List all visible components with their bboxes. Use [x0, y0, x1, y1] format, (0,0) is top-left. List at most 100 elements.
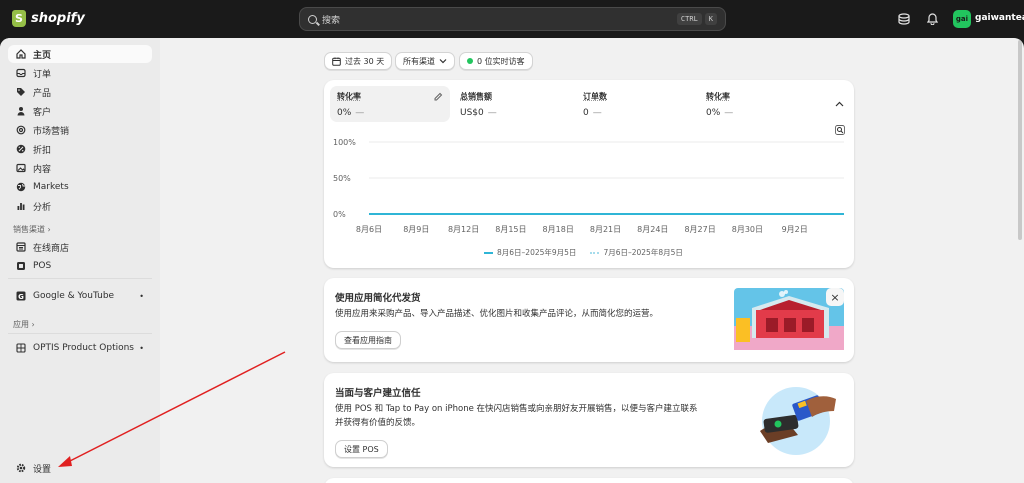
app-shell: 主页 订单 产品 客户 市场营销 折扣 内容 Markets 分析 销售渠道 ›…: [0, 38, 1024, 483]
globe-icon: [16, 182, 26, 192]
sales-channels-heading[interactable]: 销售渠道 ›: [13, 224, 51, 235]
sidebar-item-label: 订单: [33, 69, 52, 80]
home-icon: [16, 49, 26, 59]
calendar-icon: [332, 57, 341, 66]
y-tick-label: 100%: [333, 138, 356, 147]
date-range-button[interactable]: 过去 30 天: [324, 52, 393, 70]
legend-label: 8月6日–2025年9月5日: [497, 248, 577, 257]
notification-bell-icon[interactable]: [924, 11, 940, 27]
sales-channels-label: 销售渠道: [13, 225, 45, 234]
discount-icon: [16, 144, 26, 154]
sidebar-item-label: 折扣: [33, 145, 52, 156]
sidebar-item-label: Markets: [33, 182, 69, 192]
y-tick-label: 0%: [333, 210, 346, 219]
search-bar[interactable]: 搜索 CTRL K: [299, 7, 726, 31]
app-icon: [16, 343, 26, 353]
live-dot: [467, 58, 473, 64]
next-card: [324, 478, 854, 483]
store-switch-icon[interactable]: [896, 11, 912, 27]
target-icon: [16, 125, 26, 135]
x-tick-label: 8月24日: [637, 225, 668, 234]
x-tick-label: 8月27日: [684, 225, 715, 234]
dropshipping-card: 使用应用简化代发货 使用应用来采购产品、导入产品描述、优化图片和收集产品评论，从…: [324, 278, 854, 362]
sidebar-item-google-youtube[interactable]: G Google & YouTube •: [8, 287, 152, 305]
legend-item-previous[interactable]: 7月6日–2025年8月5日: [590, 247, 683, 258]
x-tick-label: 8月21日: [590, 225, 621, 234]
sidebar-divider: [8, 333, 152, 334]
close-icon[interactable]: ×: [826, 288, 844, 306]
channels-label: 所有渠道: [403, 56, 435, 66]
sidebar-item-label: Google & YouTube: [33, 291, 115, 301]
setup-pos-button[interactable]: 设置 POS: [335, 440, 388, 458]
card-title: 使用应用简化代发货: [335, 293, 421, 304]
search-icon: [308, 14, 317, 24]
chevron-right-icon: ›: [47, 225, 51, 234]
legend-item-current[interactable]: 8月6日–2025年9月5日: [484, 247, 576, 258]
card-description-line: 使用 POS 和 Tap to Pay on iPhone 在快闪店销售或向亲朋…: [335, 404, 698, 414]
sidebar-item-settings[interactable]: 设置: [8, 459, 152, 477]
shopify-bag-icon: [12, 10, 26, 27]
sidebar-item-label: 在线商店: [33, 243, 70, 254]
gear-icon: [16, 463, 26, 473]
apps-heading[interactable]: 应用 ›: [13, 319, 35, 330]
tag-icon: [16, 87, 26, 97]
chevron-right-icon: ›: [31, 320, 35, 329]
svg-text:G: G: [18, 293, 24, 301]
card-description: 使用应用来采购产品、导入产品描述、优化图片和收集产品评论，从而简化您的运营。: [335, 309, 659, 319]
scrollbar[interactable]: [1018, 40, 1022, 240]
sidebar-item-marketing[interactable]: 市场营销: [8, 121, 152, 139]
shortcut-ctrl: CTRL: [676, 13, 702, 25]
status-dot: •: [139, 343, 144, 353]
sidebar-item-analytics[interactable]: 分析: [8, 197, 152, 215]
x-tick-label: 8月30日: [732, 225, 763, 234]
brand-name: shopify: [31, 11, 85, 26]
pos-payment-illustration: [760, 387, 836, 455]
x-tick-label: 8月9日: [403, 225, 429, 234]
legend-line-dotted: [590, 251, 600, 254]
view-app-guide-button[interactable]: 查看应用指南: [335, 331, 401, 349]
inbox-icon: [16, 68, 26, 78]
status-dot: •: [139, 291, 144, 301]
card-title: 当面与客户建立信任: [335, 388, 421, 399]
sidebar-item-home[interactable]: 主页: [8, 45, 152, 63]
sidebar-item-label: 主页: [33, 50, 52, 61]
sidebar-item-label: OPTIS Product Options: [33, 343, 134, 353]
sidebar-item-label: 产品: [33, 88, 52, 99]
x-tick-label: 8月15日: [495, 225, 526, 234]
image-icon: [16, 163, 26, 173]
sidebar-item-label: 客户: [33, 107, 52, 118]
card-description: 使用 POS 和 Tap to Pay on iPhone 在快闪店销售或向亲朋…: [335, 402, 698, 430]
sidebar-item-content[interactable]: 内容: [8, 159, 152, 177]
shortcut-k: K: [704, 13, 717, 25]
top-bar: shopify 搜索 CTRL K gai gaiwantea: [0, 0, 1024, 38]
main-content: 过去 30 天 所有渠道 0 位实时访客 转化率 0% — 总销售额 US$0— …: [160, 38, 1024, 483]
person-icon: [16, 106, 26, 116]
store-name[interactable]: gaiwantea: [975, 13, 1024, 23]
sidebar-item-label: 市场营销: [33, 126, 70, 137]
sidebar-item-label: 内容: [33, 164, 52, 175]
sidebar-item-pos[interactable]: POS: [8, 257, 152, 275]
analytics-card: 转化率 0% — 总销售额 US$0— 订单数 0— 转化率 0% — 100% 50…: [324, 80, 854, 268]
y-tick-label: 50%: [333, 174, 351, 183]
card-description-line: 并获得有价值的反馈。: [335, 418, 421, 428]
live-visitors-button[interactable]: 0 位实时访客: [459, 52, 533, 70]
sidebar-item-markets[interactable]: Markets: [8, 178, 152, 196]
sidebar-item-label: POS: [33, 261, 52, 271]
sidebar-item-customers[interactable]: 客户: [8, 102, 152, 120]
sidebar-item-products[interactable]: 产品: [8, 83, 152, 101]
google-icon: G: [16, 291, 26, 301]
legend-label: 7月6日–2025年8月5日: [603, 248, 683, 257]
x-tick-label: 8月6日: [356, 225, 382, 234]
store-avatar[interactable]: gai: [953, 10, 971, 28]
sidebar-item-discounts[interactable]: 折扣: [8, 140, 152, 158]
sidebar-item-orders[interactable]: 订单: [8, 64, 152, 82]
channels-dropdown[interactable]: 所有渠道: [395, 52, 455, 70]
search-placeholder: 搜索: [322, 15, 341, 26]
live-visitors-label: 0 位实时访客: [477, 56, 525, 66]
storefront-icon: [16, 242, 26, 252]
shopify-logo[interactable]: shopify: [12, 10, 85, 27]
sidebar-item-optis[interactable]: OPTIS Product Options •: [8, 339, 152, 357]
sidebar-item-online-store[interactable]: 在线商店: [8, 238, 152, 256]
legend-line-solid: [484, 251, 493, 254]
sidebar-divider: [8, 278, 152, 279]
